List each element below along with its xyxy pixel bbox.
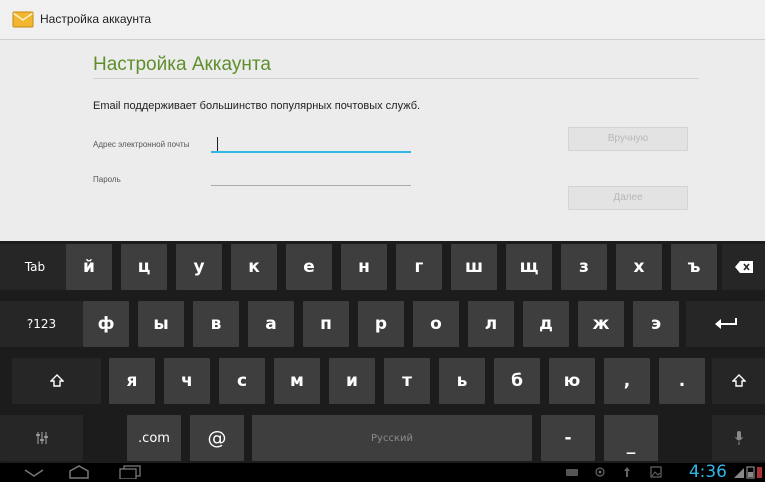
key-letter[interactable]: я (109, 358, 155, 404)
key-letter[interactable]: г (396, 244, 442, 290)
description-text: Email поддерживает большинство популярны… (93, 100, 421, 112)
soft-keyboard: Tab й ц у к е н г ш щ з х ъ ?123 ф ы в а… (0, 241, 765, 463)
email-app-icon[interactable] (12, 9, 34, 29)
clock: 4:36 (688, 462, 727, 482)
key-at[interactable]: @ (190, 415, 244, 461)
key-letter[interactable]: с (219, 358, 265, 404)
key-letter[interactable]: ш (451, 244, 497, 290)
heading-divider (93, 78, 699, 79)
key-letter[interactable]: л (468, 301, 514, 347)
key-letter[interactable]: ч (164, 358, 210, 404)
page-title: Настройка Аккаунта (93, 54, 271, 75)
key-letter[interactable]: ю (549, 358, 595, 404)
key-letter[interactable]: б (494, 358, 540, 404)
key-dash[interactable]: - (541, 415, 595, 461)
key-letter[interactable]: н (341, 244, 387, 290)
key-settings[interactable] (0, 415, 83, 461)
microphone-icon (734, 431, 743, 445)
account-setup-form: Настройка Аккаунта Email поддерживает бо… (0, 40, 765, 241)
key-letter[interactable]: ъ (671, 244, 717, 290)
manual-setup-button[interactable]: Вручную (568, 127, 688, 151)
password-label: Пароль (93, 175, 121, 184)
key-letter[interactable]: е (286, 244, 332, 290)
key-dotcom[interactable]: .com (127, 415, 181, 461)
key-underscore[interactable]: _ (604, 415, 658, 461)
app-title: Настройка аккаунта (40, 12, 152, 26)
action-bar: Настройка аккаунта (0, 0, 765, 40)
key-letter[interactable]: ы (138, 301, 184, 347)
key-letter[interactable]: п (303, 301, 349, 347)
upload-icon (624, 467, 630, 477)
shift-icon (731, 374, 746, 387)
shift-icon (49, 374, 64, 387)
key-letter[interactable]: к (231, 244, 277, 290)
key-enter[interactable] (686, 301, 765, 347)
home-icon[interactable] (68, 465, 90, 479)
key-comma[interactable]: , (604, 358, 650, 404)
key-letter[interactable]: ь (439, 358, 485, 404)
key-mic[interactable] (712, 415, 765, 461)
key-letter[interactable]: м (274, 358, 320, 404)
key-shift-left[interactable] (12, 358, 101, 404)
enter-icon (714, 318, 737, 329)
email-field[interactable] (211, 135, 411, 153)
keyboard-status-icon (566, 469, 578, 476)
text-cursor (217, 137, 218, 151)
key-tab[interactable]: Tab (0, 244, 70, 290)
signal-battery-icon (734, 466, 762, 479)
key-letter[interactable]: у (176, 244, 222, 290)
keyboard-settings-icon (35, 432, 48, 444)
key-space[interactable]: Русский (252, 415, 532, 461)
key-letter[interactable]: р (358, 301, 404, 347)
password-field[interactable] (211, 168, 411, 186)
key-letter[interactable]: в (193, 301, 239, 347)
key-letter[interactable]: ф (83, 301, 129, 347)
gps-icon (595, 467, 605, 477)
key-letter[interactable]: й (66, 244, 112, 290)
key-letter[interactable]: х (616, 244, 662, 290)
key-letter[interactable]: з (561, 244, 607, 290)
backspace-icon (734, 261, 753, 273)
screenshot-icon (650, 466, 662, 478)
next-button[interactable]: Далее (568, 186, 688, 210)
key-letter[interactable]: д (523, 301, 569, 347)
email-label: Адрес электронной почты (93, 140, 190, 149)
recent-apps-icon[interactable] (119, 465, 141, 479)
key-symbols[interactable]: ?123 (0, 301, 83, 347)
back-icon[interactable] (24, 468, 44, 478)
key-letter[interactable]: ц (121, 244, 167, 290)
key-letter[interactable]: а (248, 301, 294, 347)
key-period[interactable]: . (659, 358, 705, 404)
key-letter[interactable]: и (329, 358, 375, 404)
system-bar: 4:36 (0, 462, 765, 482)
key-backspace[interactable] (722, 244, 765, 290)
key-letter[interactable]: э (633, 301, 679, 347)
key-letter[interactable]: о (413, 301, 459, 347)
key-letter[interactable]: т (384, 358, 430, 404)
key-letter[interactable]: ж (578, 301, 624, 347)
key-letter[interactable]: щ (506, 244, 552, 290)
key-shift-right[interactable] (712, 358, 765, 404)
